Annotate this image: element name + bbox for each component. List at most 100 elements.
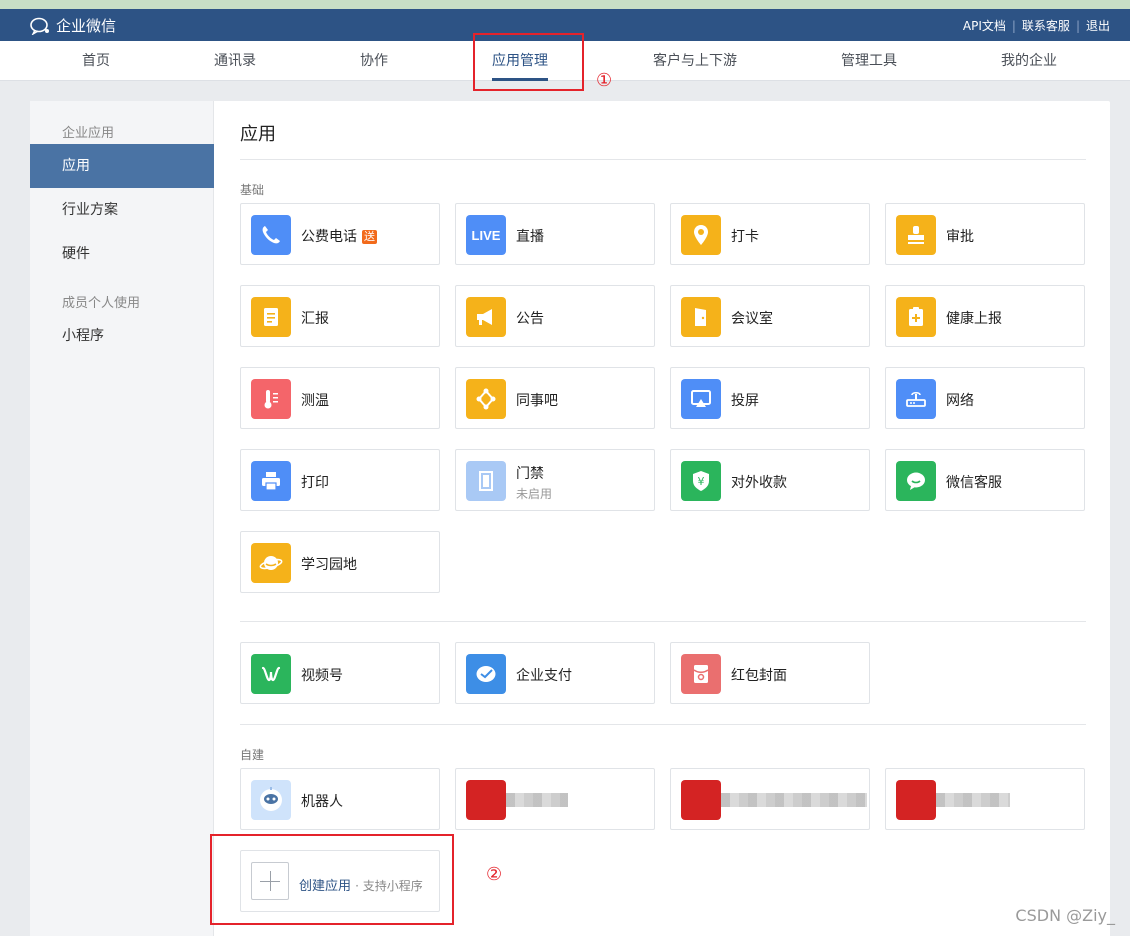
app-tile-public-phone[interactable]: 公费电话送 — [240, 203, 440, 265]
app-name: 企业支付 — [516, 668, 572, 684]
contact-support-link[interactable]: 联系客服 — [1022, 17, 1070, 34]
router-icon — [896, 379, 936, 419]
app-tile-print[interactable]: 打印 — [240, 449, 440, 511]
divider — [240, 159, 1086, 160]
nav-management-tools[interactable]: 管理工具 — [841, 41, 897, 81]
chat-bubble-icon — [896, 461, 936, 501]
annotation-mark-2: ② — [486, 864, 503, 885]
api-docs-link[interactable]: API文档 — [963, 17, 1006, 34]
app-tile-screen-cast[interactable]: 投屏 — [670, 367, 870, 429]
divider — [240, 724, 1086, 725]
app-tile-checkin[interactable]: 打卡 — [670, 203, 870, 265]
app-name: 测温 — [301, 393, 329, 409]
annotation-box-2 — [210, 834, 454, 925]
app-tile-enterprise-pay[interactable]: 企业支付 — [455, 642, 655, 704]
redacted-name — [936, 793, 1010, 807]
divider — [240, 621, 1086, 622]
browser-top-strip — [0, 0, 1130, 9]
sidebar-item-industry-solutions[interactable]: 行业方案 — [30, 188, 214, 232]
sidebar-item-hardware[interactable]: 硬件 — [30, 232, 214, 276]
section-label-custom: 自建 — [240, 748, 265, 762]
app-name: 公告 — [516, 311, 544, 327]
app-tile-custom-redacted[interactable] — [670, 768, 870, 830]
live-icon: LIVE — [466, 215, 506, 255]
nav-customers[interactable]: 客户与上下游 — [653, 41, 737, 81]
link-separator: | — [1011, 18, 1016, 33]
app-tile-network[interactable]: 网络 — [885, 367, 1085, 429]
app-tile-colleague-bar[interactable]: 同事吧 — [455, 367, 655, 429]
section-label-basic: 基础 — [240, 183, 265, 197]
redacted-name — [506, 793, 568, 807]
app-name: 打印 — [301, 475, 329, 491]
sidebar-item-apps[interactable]: 应用 — [30, 144, 214, 188]
page-title: 应用 — [240, 124, 276, 145]
annotation-box-1 — [473, 33, 584, 91]
channels-icon — [251, 654, 291, 694]
health-icon — [896, 297, 936, 337]
logo-text: 企业微信 — [56, 17, 117, 35]
logo[interactable]: 企业微信 — [30, 15, 116, 36]
nav-my-enterprise[interactable]: 我的企业 — [1001, 41, 1057, 81]
main-card: 企业应用 应用 行业方案 硬件 成员个人使用 小程序 应用 基础 公费电话送 L… — [30, 101, 1110, 936]
custom-app-icon — [681, 780, 721, 820]
pay-icon — [466, 654, 506, 694]
sidebar-group-enterprise-apps: 企业应用 — [62, 126, 115, 141]
app-name: 机器人 — [301, 794, 343, 810]
app-name: 门禁 — [516, 466, 544, 482]
app-tile-red-packet-cover[interactable]: 红包封面 — [670, 642, 870, 704]
app-status-disabled: 未启用 — [516, 487, 553, 501]
app-name: 红包封面 — [731, 668, 787, 684]
app-name: 同事吧 — [516, 393, 558, 409]
nav-collaboration[interactable]: 协作 — [360, 41, 388, 81]
nav-home[interactable]: 首页 — [82, 41, 110, 81]
app-name: 学习园地 — [301, 557, 357, 573]
app-tile-report[interactable]: 汇报 — [240, 285, 440, 347]
gift-badge: 送 — [362, 230, 377, 244]
app-tile-access-control[interactable]: 门禁 未启用 — [455, 449, 655, 511]
app-tile-meeting-room[interactable]: 会议室 — [670, 285, 870, 347]
app-tile-custom-redacted[interactable] — [455, 768, 655, 830]
door-icon — [681, 297, 721, 337]
sidebar: 企业应用 应用 行业方案 硬件 成员个人使用 小程序 — [30, 101, 214, 936]
yuan-shield-icon: ¥ — [681, 461, 721, 501]
app-tile-announcement[interactable]: 公告 — [455, 285, 655, 347]
app-tile-approval[interactable]: 审批 — [885, 203, 1085, 265]
app-tile-live[interactable]: LIVE 直播 — [455, 203, 655, 265]
thermometer-icon — [251, 379, 291, 419]
app-name: 微信客服 — [946, 475, 1002, 491]
app-name: 打卡 — [731, 229, 759, 245]
planet-icon — [251, 543, 291, 583]
app-tile-custom-redacted[interactable] — [885, 768, 1085, 830]
link-separator: | — [1075, 18, 1080, 33]
screen-cast-icon — [681, 379, 721, 419]
watermark: CSDN @Ziy_ — [1015, 906, 1115, 925]
app-name: 公费电话送 — [301, 229, 377, 245]
sidebar-item-mini-programs[interactable]: 小程序 — [30, 314, 214, 358]
app-name: 会议室 — [731, 311, 773, 327]
report-icon — [251, 297, 291, 337]
wecom-logo-icon — [30, 17, 52, 35]
app-name: 健康上报 — [946, 311, 1002, 327]
app-tile-health-report[interactable]: 健康上报 — [885, 285, 1085, 347]
app-tile-payment-collection[interactable]: ¥ 对外收款 — [670, 449, 870, 511]
redacted-name — [721, 793, 867, 807]
app-name: 直播 — [516, 229, 544, 245]
app-tile-temperature[interactable]: 测温 — [240, 367, 440, 429]
location-pin-icon — [681, 215, 721, 255]
annotation-mark-1: ① — [596, 70, 613, 91]
app-tile-learning[interactable]: 学习园地 — [240, 531, 440, 593]
phone-icon — [251, 215, 291, 255]
app-name: 汇报 — [301, 311, 329, 327]
svg-text:¥: ¥ — [698, 475, 705, 488]
app-name: 投屏 — [731, 393, 759, 409]
network-icon — [466, 379, 506, 419]
app-tile-robot[interactable]: 机器人 — [240, 768, 440, 830]
app-tile-channels[interactable]: 视频号 — [240, 642, 440, 704]
app-name: 视频号 — [301, 668, 343, 684]
app-name: 对外收款 — [731, 475, 787, 491]
custom-app-icon — [896, 780, 936, 820]
app-tile-wechat-service[interactable]: 微信客服 — [885, 449, 1085, 511]
access-door-icon — [466, 461, 506, 501]
logout-link[interactable]: 退出 — [1086, 17, 1110, 34]
nav-contacts[interactable]: 通讯录 — [214, 41, 256, 81]
